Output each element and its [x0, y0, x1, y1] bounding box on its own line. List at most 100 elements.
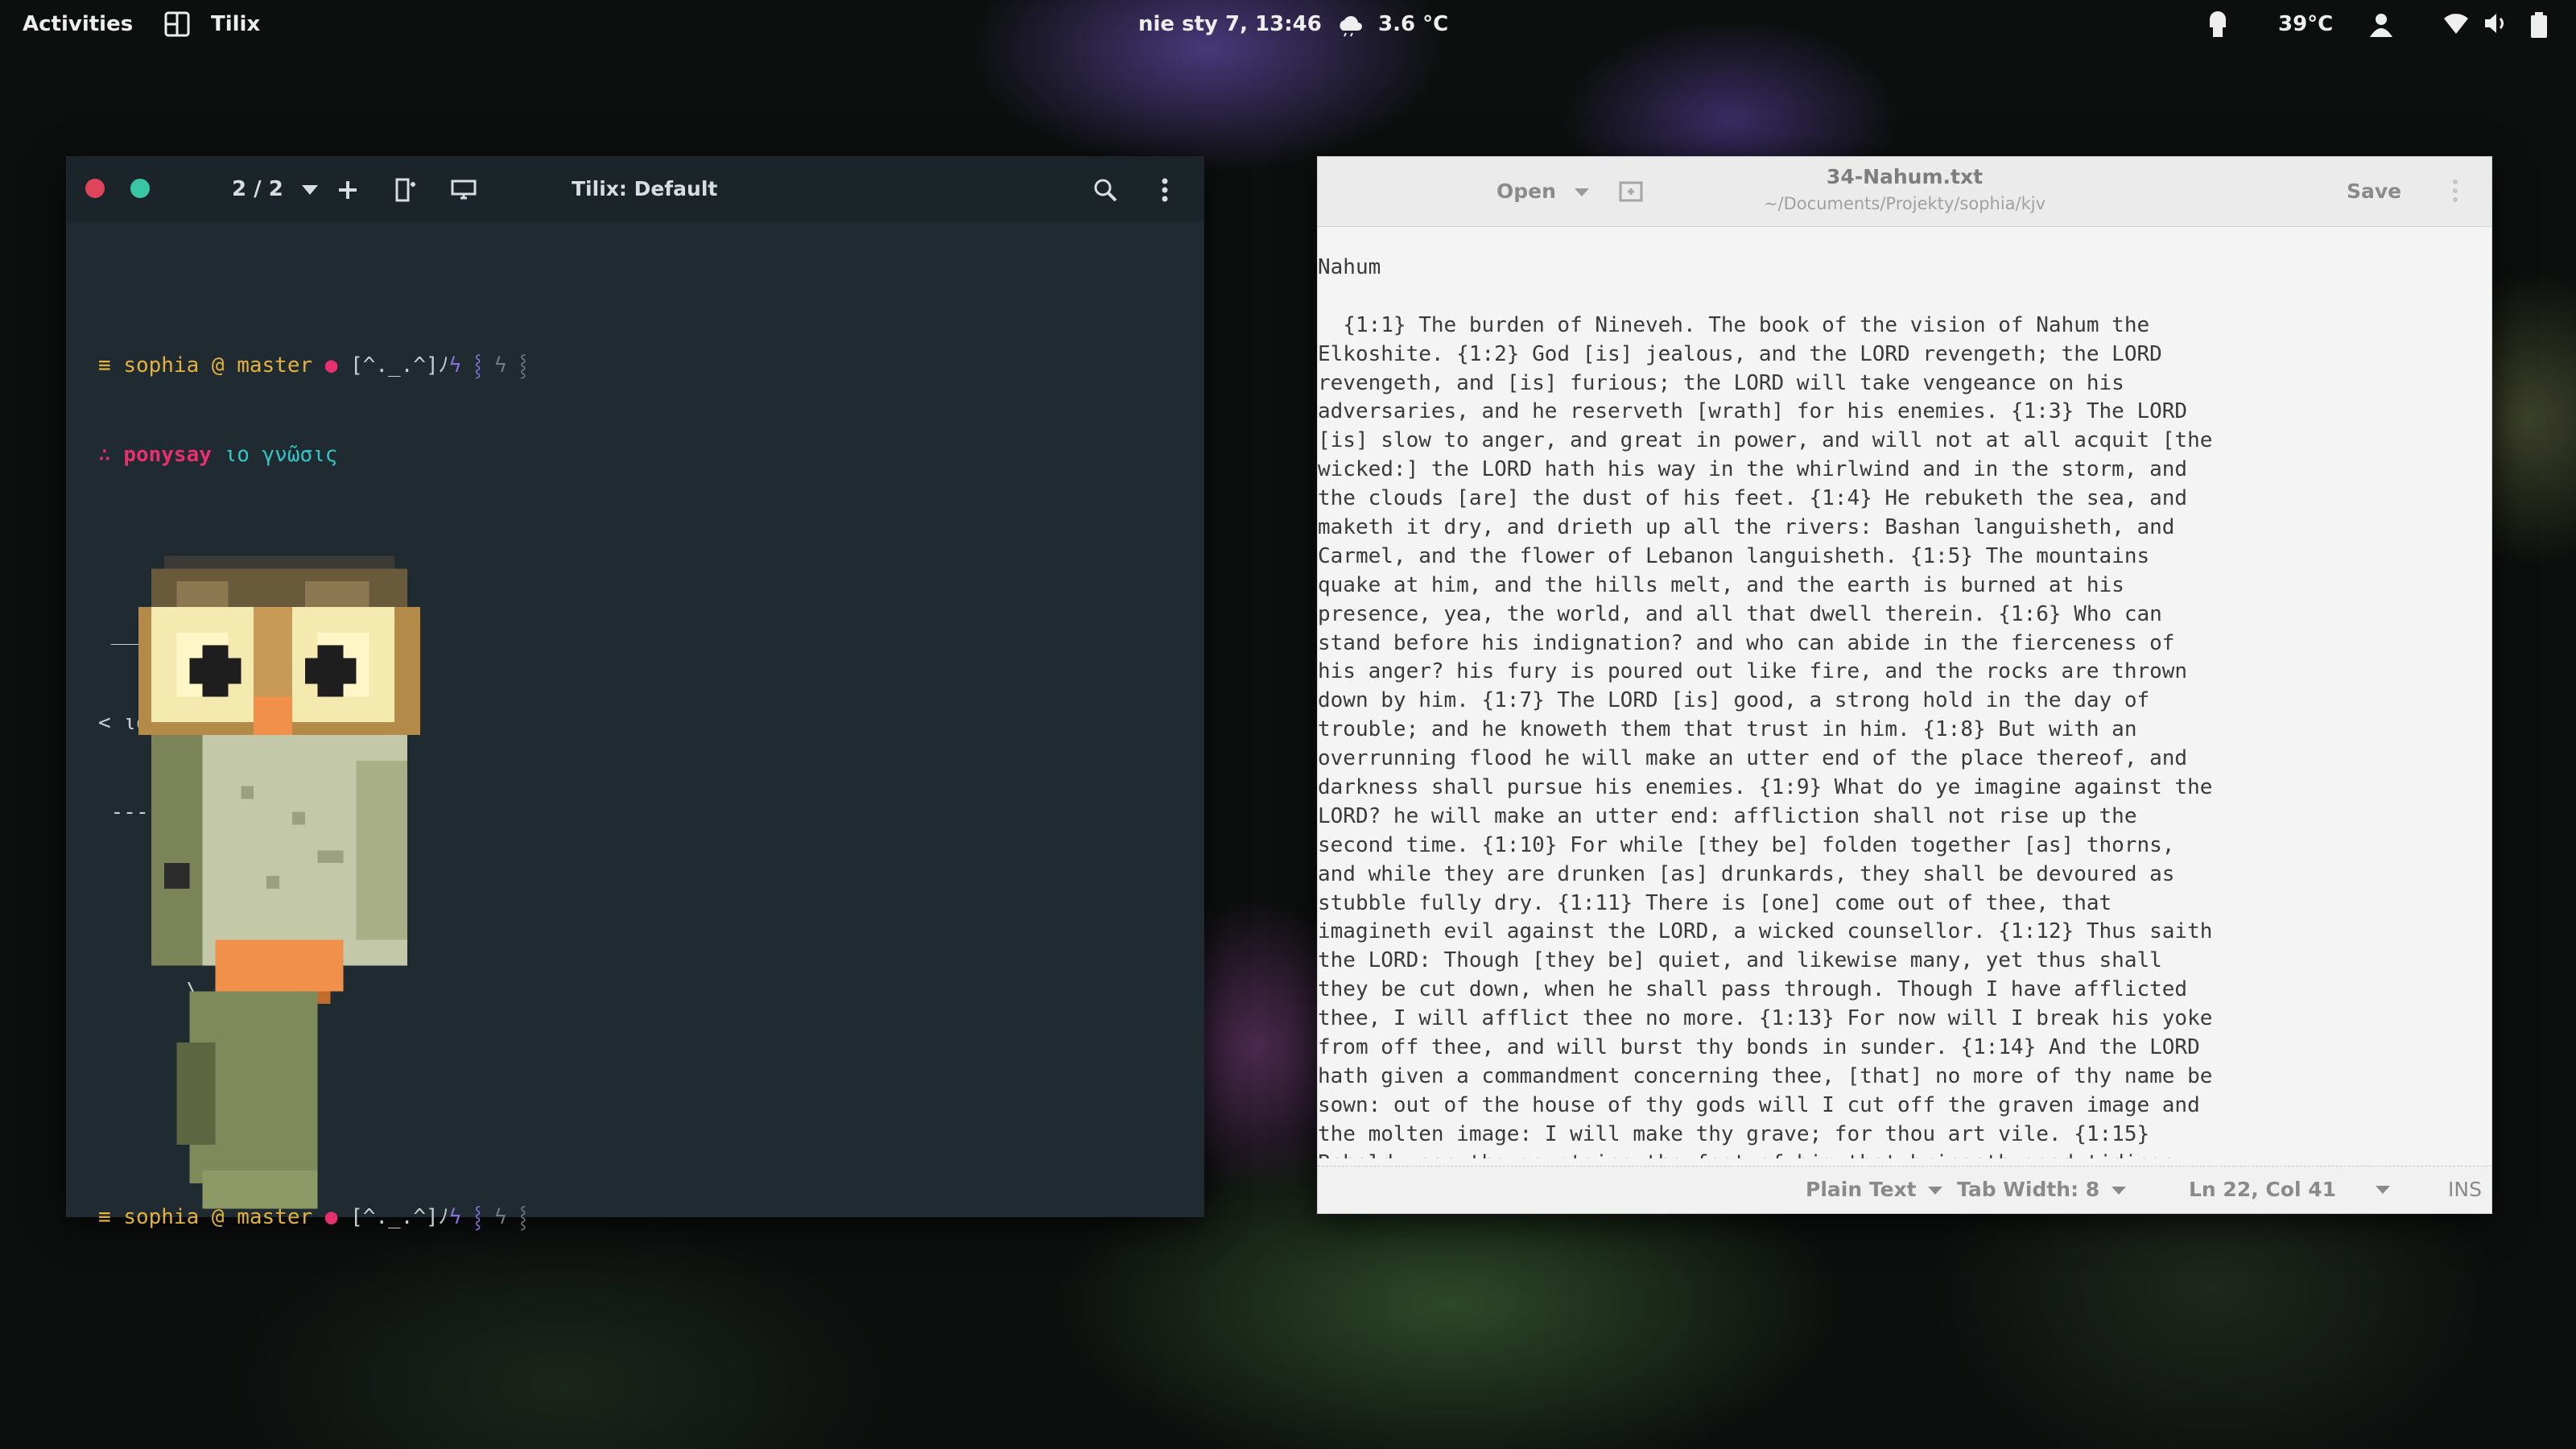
prompt-menu-glyph: ≡ [98, 1205, 111, 1229]
prompt-at: @ [211, 1205, 225, 1229]
editor-text-line: Elkoshite. {1:2} God [is] jealous, and t… [1318, 341, 2162, 366]
session-switcher[interactable]: 2 / 2 [232, 174, 318, 204]
prompt-user: sophia [123, 1205, 200, 1229]
editor-text-line: the clouds [are] the dust of his feet. {… [1318, 486, 2188, 511]
editor-text-line: imagineth evil against the LORD, a wicke… [1318, 919, 2213, 944]
editor-text-line: presence, yea, the world, and all that d… [1318, 601, 2162, 626]
cursor-position-selector[interactable]: Ln 22, Col 41 [2189, 1178, 2336, 1202]
owl-pixel-art [138, 555, 420, 1209]
sidebar-toggle-button[interactable] [451, 174, 477, 204]
session-counter: 2 / 2 [232, 177, 283, 201]
editor-menu-button[interactable] [2451, 178, 2459, 207]
prompt-status-dot: ● [324, 1205, 338, 1229]
editor-header-bar: Open 34-Nahum.txt ~/Documents/Projekty/s… [1318, 157, 2491, 227]
editor-text-line: sown: out of the house of thy gods will … [1318, 1092, 2200, 1117]
weather-cloud-icon[interactable] [1336, 11, 1364, 43]
language-selector[interactable]: Plain Text [1806, 1178, 1943, 1202]
editor-text-line: from off thee, and will burst thy bonds … [1318, 1035, 2200, 1060]
tilix-app-icon[interactable] [164, 11, 190, 43]
monitor-icon [451, 180, 477, 199]
clock[interactable]: nie sty 7, 13:46 [1138, 11, 1322, 37]
battery-icon[interactable] [2529, 11, 2549, 44]
terminal-window[interactable]: 2 / 2 Tilix: Default ≡ sophia @ master ●… [66, 156, 1204, 1229]
tab-width-selector[interactable]: Tab Width: 8 [1957, 1178, 2126, 1202]
continuation-glyph: ∴ [98, 443, 111, 467]
editor-text-line: second time. {1:10} For while [they be] … [1318, 832, 2175, 857]
command-name: ponysay [123, 443, 212, 467]
prompt-status-dot: ● [324, 353, 338, 378]
terminal-prompt-bottom[interactable]: ≡ sophia @ master ● [^._.^]ﾉϟ ⸾ ϟ ⸾ [98, 1143, 527, 1292]
editor-text-line: Behold upon the mountains the feet of hi… [1318, 1150, 2490, 1158]
find-button[interactable] [1093, 174, 1117, 204]
editor-text-line: Nahum [1318, 255, 1381, 279]
weather-temperature[interactable]: 3.6 °C [1378, 11, 1448, 37]
prompt-user: sophia [123, 353, 200, 378]
command-line: ∴ ponysay ιο γνῶσις [98, 440, 527, 470]
prompt-bolt-glyphs: ϟ ⸾ [448, 1205, 494, 1229]
editor-text-line: [is] slow to anger, and great in power, … [1318, 428, 2213, 453]
editor-text-line: down by him. {1:7} The LORD [is] good, a… [1318, 688, 2150, 713]
editor-text-line: and while they are drunken [as] drunkard… [1318, 861, 2175, 886]
prompt-line: ≡ sophia @ master ● [^._.^]ﾉϟ ⸾ ϟ ⸾ [98, 1203, 527, 1232]
kebab-menu-icon [2453, 180, 2458, 202]
user-avatar-icon[interactable] [2367, 11, 2396, 44]
cursor-position-label: Ln 22, Col 41 [2189, 1178, 2337, 1201]
editor-text-line: stubble fully dry. {1:11} There is [one]… [1318, 890, 2112, 915]
plus-icon [339, 180, 357, 199]
command-args: ιο γνῶσις [224, 443, 338, 467]
editor-text-line: wicked:] the LORD hath his way in the wh… [1318, 457, 2188, 482]
chevron-down-icon [2111, 1187, 2126, 1195]
editor-text-line: LORD? he will make an utter end: afflict… [1318, 803, 2137, 828]
terminal-menu-button[interactable] [1161, 174, 1169, 204]
text-editor-window[interactable]: Open 34-Nahum.txt ~/Documents/Projekty/s… [1317, 156, 2492, 1214]
wifi-icon[interactable] [2442, 11, 2470, 41]
chevron-down-icon [1928, 1187, 1943, 1195]
insert-mode-indicator[interactable]: INS [2448, 1178, 2482, 1202]
terminal-header-bar: 2 / 2 Tilix: Default [66, 156, 1204, 222]
search-icon [1094, 179, 1117, 201]
editor-text-line: the molten image: I will make thy grave;… [1318, 1121, 2150, 1146]
language-label: Plain Text [1806, 1178, 1917, 1201]
editor-text-line [1318, 283, 2490, 312]
prompt-dim-glyphs: ϟ ⸾ [493, 353, 527, 378]
editor-text-line: Carmel, and the flower of Lebanon langui… [1318, 543, 2150, 568]
activities-button[interactable]: Activities [23, 11, 133, 37]
editor-text-area[interactable]: Nahum {1:1} The burden of Nineveh. The b… [1318, 254, 2490, 1158]
editor-text-line: adversaries, and he reserveth [wrath] fo… [1318, 399, 2188, 424]
editor-text-line: darkness shall pursue his enemies. {1:9}… [1318, 775, 2213, 800]
prompt-bolt-glyphs: ϟ ⸾ [448, 353, 494, 378]
kebab-menu-icon [1162, 178, 1168, 201]
prompt-line: ≡ sophia @ master ● [^._.^]ﾉϟ ⸾ ϟ ⸾ [98, 351, 527, 381]
app-menu-label[interactable]: Tilix [211, 11, 260, 37]
document-filename: 34-Nahum.txt [1826, 165, 1984, 188]
split-icon [395, 178, 415, 201]
split-terminal-button[interactable] [394, 174, 417, 204]
editor-text-line: overrunning flood he will make an utter … [1318, 746, 2188, 771]
editor-text-line: revengeth, and [is] furious; the LORD wi… [1318, 370, 2124, 395]
prompt-menu-glyph: ≡ [98, 353, 111, 378]
prompt-branch: master [237, 353, 313, 378]
editor-status-bar: Plain Text Tab Width: 8 Ln 22, Col 41 IN… [1318, 1166, 2491, 1213]
terminal-title: Tilix: Default [572, 177, 718, 200]
document-path: ~/Documents/Projekty/sophia/kjv [1763, 194, 2046, 213]
close-window-button[interactable] [85, 179, 105, 198]
save-button[interactable]: Save [2347, 176, 2401, 207]
chevron-down-icon[interactable] [2376, 1186, 2390, 1194]
prompt-dim-glyphs: ϟ ⸾ [493, 1205, 527, 1229]
maximize-window-button[interactable] [130, 179, 150, 198]
cpu-temperature[interactable]: 39°C [2278, 11, 2333, 37]
tab-width-label: Tab Width: 8 [1957, 1178, 2100, 1201]
top-bar: Activities Tilix nie sty 7, 13:46 3.6 °C… [0, 0, 2576, 48]
editor-text-line: stand before his indignation? and who ca… [1318, 630, 2175, 655]
editor-text-line: the LORD: Though [they be] quiet, and li… [1318, 948, 2162, 973]
editor-text-line: his anger? his fury is poured out like f… [1318, 659, 2188, 684]
editor-text-line: {1:1} The burden of Nineveh. The book of… [1318, 312, 2150, 337]
prompt-face: [^._.^]ﾉ [350, 353, 449, 378]
privacy-indicator-icon[interactable] [2207, 11, 2228, 44]
editor-text-line: trouble; and he knoweth them that trust … [1318, 717, 2137, 742]
prompt-at: @ [211, 353, 225, 378]
editor-text-line: they be cut down, when he shall pass thr… [1318, 977, 2188, 1002]
add-session-button[interactable] [336, 174, 359, 204]
prompt-face: [^._.^]ﾉ [350, 1205, 449, 1229]
volume-icon[interactable] [2483, 11, 2510, 41]
